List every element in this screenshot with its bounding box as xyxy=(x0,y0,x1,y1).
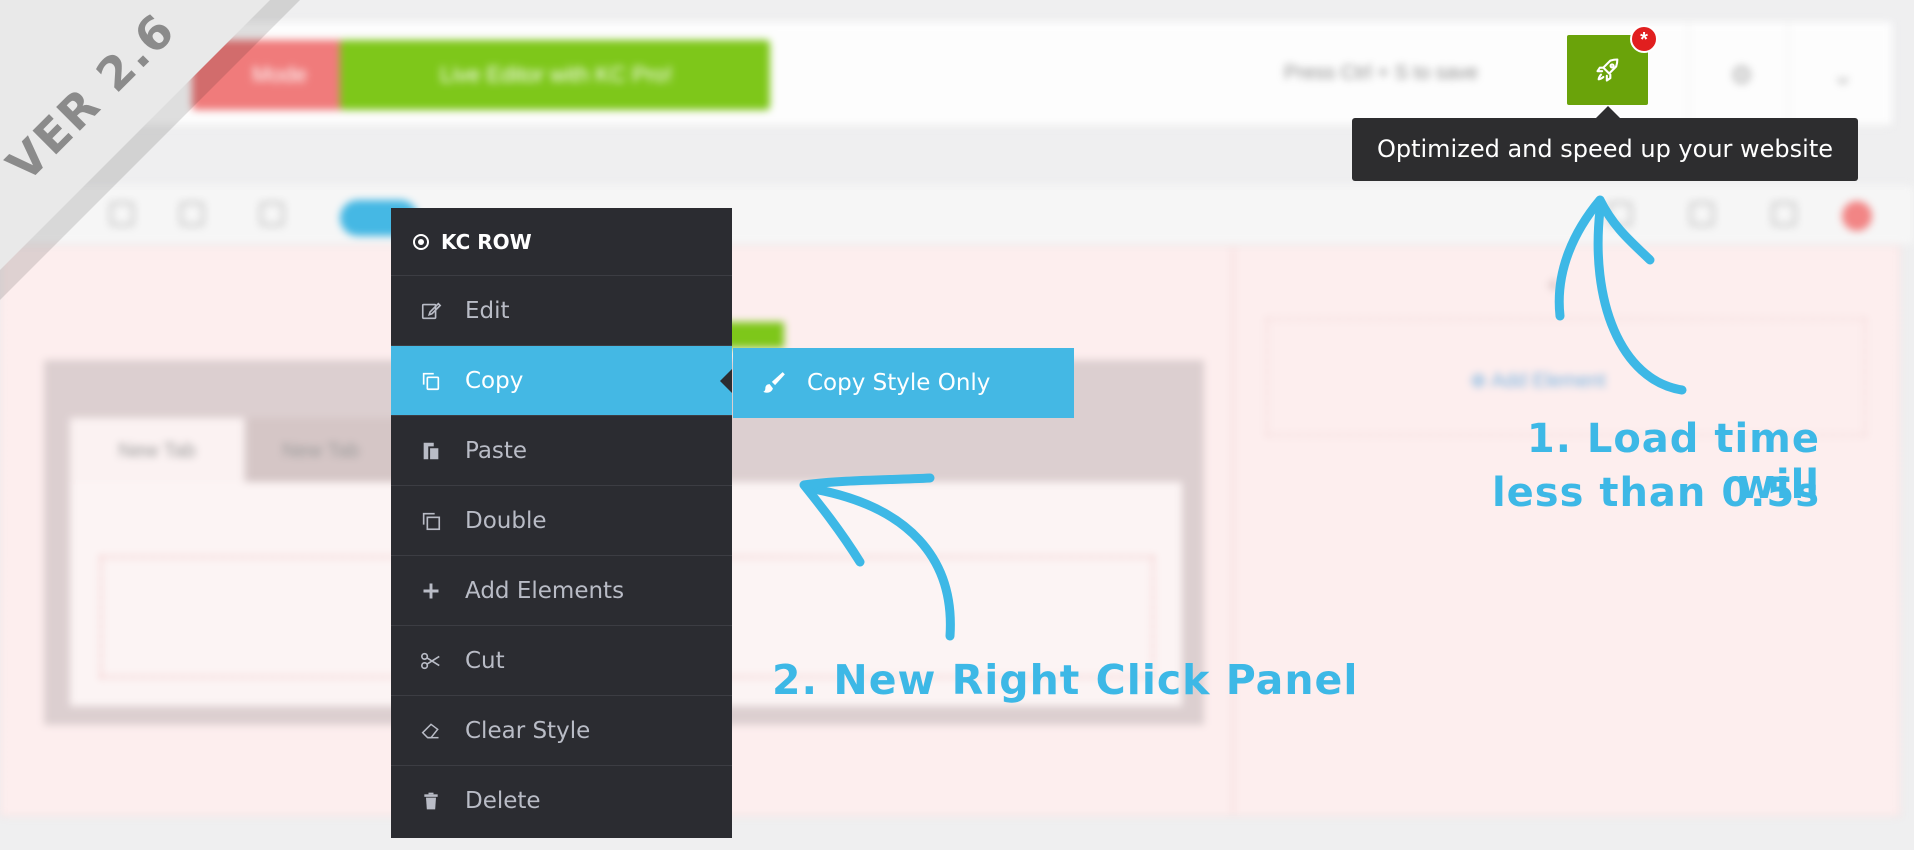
brush-icon xyxy=(763,372,785,393)
annotation-right-click-panel: 2. New Right Click Panel xyxy=(772,656,1359,704)
menu-item-clear-style[interactable]: Clear Style xyxy=(391,696,732,766)
annotation-load-time-line-2: less than 0.5s xyxy=(1491,470,1820,516)
save-hint: Press Ctrl + S to save xyxy=(1284,62,1478,84)
eraser-icon xyxy=(419,719,443,743)
settings-icon[interactable]: ⚙ xyxy=(1730,60,1753,91)
scissors-icon xyxy=(419,649,443,673)
menu-item-label: Cut xyxy=(465,647,505,674)
menu-item-edit[interactable]: Edit xyxy=(391,276,732,346)
right-click-context-menu: KC ROW Edit Copy Paste Double Add Elemen… xyxy=(391,208,732,838)
row-tool-icon[interactable] xyxy=(1690,202,1714,226)
menu-item-label: Paste xyxy=(465,437,528,464)
submenu-copy-style-only[interactable]: Copy Style Only xyxy=(733,348,1074,418)
tab-new-2[interactable]: New Tab xyxy=(248,418,398,484)
plus-icon xyxy=(419,579,443,603)
tab-new-1[interactable]: New Tab xyxy=(70,418,244,484)
menu-item-cut[interactable]: Cut xyxy=(391,626,732,696)
live-editor-button[interactable]: Live Editor with KC Pro! xyxy=(340,40,770,110)
menu-item-add-elements[interactable]: Add Elements xyxy=(391,556,732,626)
row-target-icon xyxy=(413,233,429,250)
copy-icon xyxy=(419,369,443,393)
double-icon xyxy=(419,509,443,533)
context-menu-header: KC ROW xyxy=(391,208,732,276)
trash-icon xyxy=(419,789,443,813)
tooltip-pointer xyxy=(1596,106,1620,118)
edit-icon xyxy=(419,299,443,323)
menu-item-label: Copy xyxy=(465,367,524,394)
version-ribbon: VER 2.6 xyxy=(0,0,300,300)
notification-badge: * xyxy=(1630,25,1658,53)
menu-item-delete[interactable]: Delete xyxy=(391,766,732,836)
rocket-icon xyxy=(1595,58,1618,82)
menu-item-paste[interactable]: Paste xyxy=(391,416,732,486)
row-tool-icon[interactable] xyxy=(1772,202,1796,226)
submenu-label: Copy Style Only xyxy=(807,370,991,396)
row-tool-icon[interactable] xyxy=(1608,202,1632,226)
toolbar-divider xyxy=(1788,22,1789,126)
menu-item-label: Double xyxy=(465,507,547,534)
menu-item-label: Edit xyxy=(465,297,510,324)
rocket-tooltip: Optimized and speed up your website xyxy=(1352,118,1858,181)
paste-icon xyxy=(419,439,443,463)
menu-item-double[interactable]: Double xyxy=(391,486,732,556)
toolbar-divider xyxy=(1688,22,1689,126)
menu-item-copy[interactable]: Copy xyxy=(391,346,732,416)
menu-item-label: Delete xyxy=(465,788,541,814)
row-delete-icon[interactable] xyxy=(1842,201,1872,231)
column-divider xyxy=(1232,246,1234,816)
chevron-down-icon[interactable]: ⌄ xyxy=(1832,60,1854,91)
add-column-icon[interactable]: + xyxy=(1546,270,1561,301)
add-element-link[interactable]: ⊕ Add Element xyxy=(1470,368,1606,393)
menu-item-label: Add Elements xyxy=(465,577,625,604)
context-menu-title: KC ROW xyxy=(441,229,532,254)
menu-item-label: Clear Style xyxy=(465,717,591,744)
